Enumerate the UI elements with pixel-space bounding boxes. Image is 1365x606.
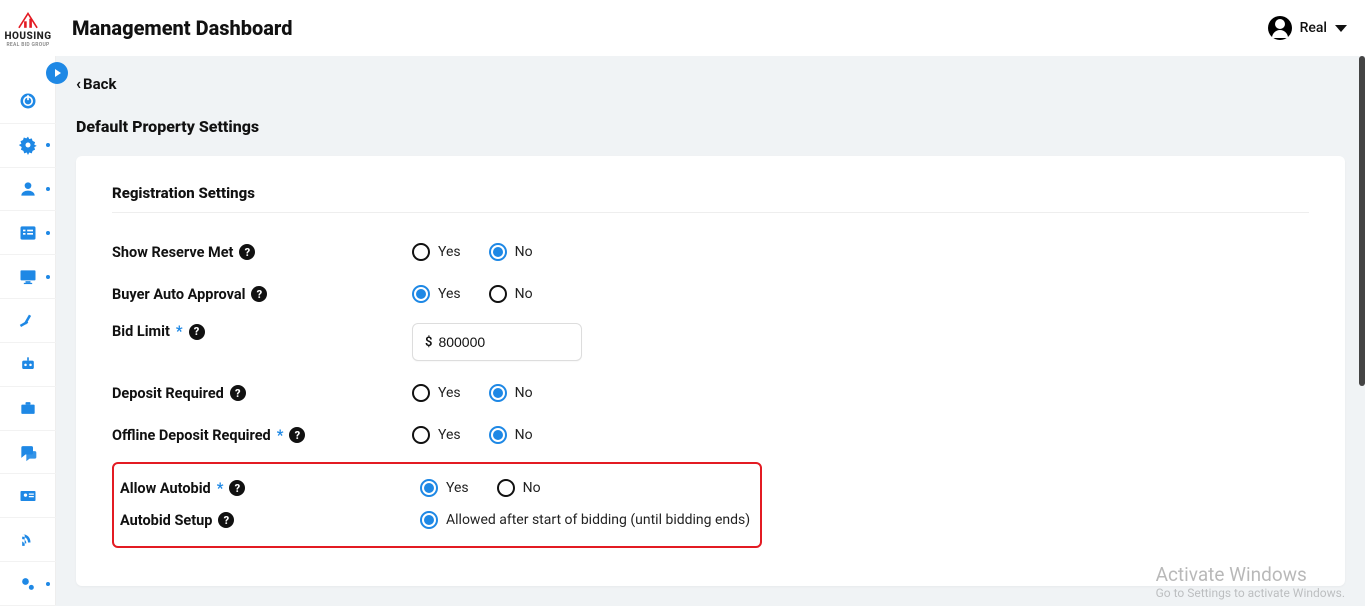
label-offline-deposit-required: Offline Deposit Required: [112, 427, 271, 444]
radio-buyer-auto-no[interactable]: No: [489, 285, 533, 303]
help-icon[interactable]: ?: [289, 427, 305, 443]
label-deposit-required: Deposit Required: [112, 385, 224, 402]
briefcase-icon: [18, 398, 38, 418]
user-avatar-icon: [1268, 16, 1292, 40]
sidebar-item-chat[interactable]: [0, 431, 56, 475]
gears-icon: [18, 574, 38, 594]
label-buyer-auto-approval: Buyer Auto Approval: [112, 286, 245, 303]
id-card-icon: [18, 486, 38, 506]
settings-card: Registration Settings Show Reserve Met ?…: [76, 156, 1345, 586]
sidebar-item-business[interactable]: [0, 387, 56, 431]
help-icon[interactable]: ?: [230, 385, 246, 401]
radio-show-reserve-yes[interactable]: Yes: [412, 243, 461, 261]
gauge-icon: [18, 91, 38, 111]
submenu-indicator-icon: [46, 231, 50, 235]
radio-offline-deposit-yes[interactable]: Yes: [412, 426, 461, 444]
radio-offline-deposit-no[interactable]: No: [489, 426, 533, 444]
submenu-indicator-icon: [46, 582, 50, 586]
help-icon[interactable]: ?: [251, 286, 267, 302]
row-buyer-auto-approval: Buyer Auto Approval ? Yes No: [112, 273, 1309, 315]
topbar: HOUSING REAL BID GROUP Management Dashbo…: [0, 0, 1365, 56]
row-offline-deposit-required: Offline Deposit Required * ? Yes No: [112, 414, 1309, 456]
gear-icon: [18, 135, 38, 155]
section-title: Registration Settings: [112, 184, 1309, 213]
radio-allow-autobid-no[interactable]: No: [497, 479, 541, 497]
sidebar-item-auctions[interactable]: [0, 299, 56, 343]
sidebar-item-blog[interactable]: [0, 518, 56, 562]
sidebar-item-contacts[interactable]: [0, 474, 56, 518]
chevron-down-icon: [1335, 25, 1347, 32]
user-name: Real: [1300, 20, 1327, 36]
page-subtitle: Default Property Settings: [76, 117, 1345, 136]
row-show-reserve-met: Show Reserve Met ? Yes No: [112, 231, 1309, 273]
radio-allow-autobid-yes[interactable]: Yes: [420, 479, 469, 497]
scrollbar[interactable]: [1359, 56, 1365, 386]
label-allow-autobid: Allow Autobid: [120, 480, 211, 497]
sidebar-item-listings[interactable]: [0, 211, 56, 255]
submenu-indicator-icon: [46, 187, 50, 191]
monitor-icon: [18, 267, 38, 287]
page-title: Management Dashboard: [72, 16, 292, 40]
person-icon: [18, 179, 38, 199]
brand-name: HOUSING: [4, 31, 51, 42]
bid-limit-input[interactable]: [438, 334, 569, 350]
submenu-indicator-icon: [46, 143, 50, 147]
sidebar: [0, 56, 56, 606]
back-label: Back: [83, 75, 116, 93]
currency-symbol: $: [425, 335, 432, 350]
back-button[interactable]: ‹ Back: [76, 74, 116, 93]
radio-buyer-auto-yes[interactable]: Yes: [412, 285, 461, 303]
row-allow-autobid: Allow Autobid * ? Yes No: [120, 472, 754, 504]
radio-deposit-no[interactable]: No: [489, 384, 533, 402]
label-autobid-setup: Autobid Setup: [120, 512, 212, 529]
settings-form: Show Reserve Met ? Yes No Buyer Auto App…: [112, 231, 1309, 548]
brand-tagline: REAL BID GROUP: [6, 42, 49, 48]
chat-icon: [18, 442, 38, 462]
list-icon: [18, 223, 38, 243]
user-menu[interactable]: Real: [1268, 16, 1347, 40]
main-content: ‹ Back Default Property Settings Registr…: [56, 56, 1365, 606]
sidebar-item-system[interactable]: [0, 562, 56, 606]
house-icon: [15, 9, 41, 31]
label-show-reserve-met: Show Reserve Met: [112, 244, 233, 261]
help-icon[interactable]: ?: [189, 324, 205, 340]
sidebar-item-dashboard[interactable]: [0, 80, 56, 124]
sidebar-item-monitor[interactable]: [0, 255, 56, 299]
help-icon[interactable]: ?: [218, 512, 234, 528]
sidebar-item-bot[interactable]: [0, 343, 56, 387]
row-bid-limit: Bid Limit* ? $: [112, 315, 1309, 364]
gavel-icon: [18, 311, 38, 331]
brand-logo: HOUSING REAL BID GROUP: [0, 0, 56, 56]
sidebar-item-users[interactable]: [0, 168, 56, 212]
radio-autobid-setup-option[interactable]: Allowed after start of bidding (until bi…: [420, 511, 750, 529]
sidebar-expand-button[interactable]: [46, 62, 68, 84]
chevron-left-icon: ‹: [76, 74, 81, 93]
blog-icon: [18, 530, 38, 550]
row-autobid-setup: Autobid Setup ? Allowed after start of b…: [120, 504, 754, 536]
label-bid-limit: Bid Limit: [112, 323, 170, 340]
robot-icon: [18, 354, 38, 374]
row-deposit-required: Deposit Required ? Yes No: [112, 372, 1309, 414]
breadcrumb-area: ‹ Back Default Property Settings: [56, 56, 1365, 148]
submenu-indicator-icon: [46, 275, 50, 279]
sidebar-item-settings[interactable]: [0, 124, 56, 168]
radio-deposit-yes[interactable]: Yes: [412, 384, 461, 402]
autobid-highlight: Allow Autobid * ? Yes No Autobid Setup ?: [112, 462, 762, 548]
bid-limit-input-wrapper[interactable]: $: [412, 323, 582, 361]
radio-show-reserve-no[interactable]: No: [489, 243, 533, 261]
help-icon[interactable]: ?: [229, 480, 245, 496]
help-icon[interactable]: ?: [239, 244, 255, 260]
